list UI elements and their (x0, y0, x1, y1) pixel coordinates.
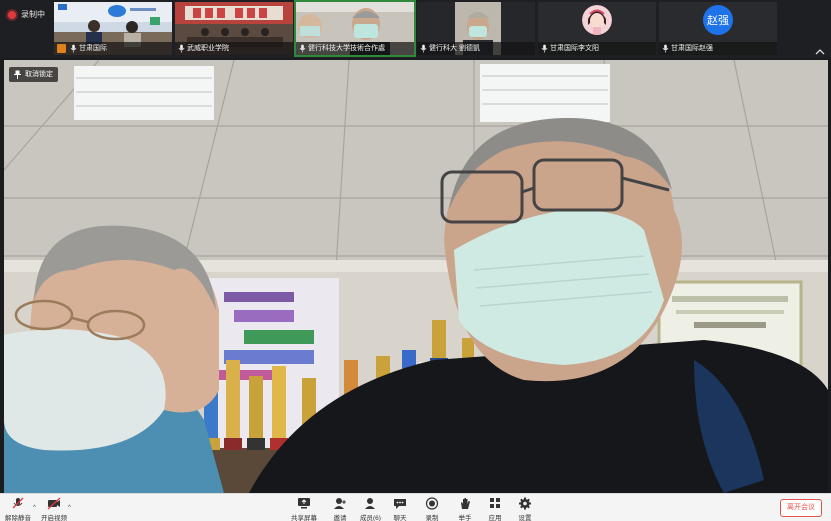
recording-indicator[interactable]: 录制中 (8, 9, 45, 20)
chat-icon (394, 499, 406, 509)
share-screen-label: 共享屏幕 (291, 515, 317, 521)
host-badge-icon (57, 44, 66, 53)
raise-hand-button[interactable]: 举手 (458, 497, 472, 521)
participant-tile-5[interactable]: 甘肃国际李文阳 (538, 2, 656, 55)
participant-namebar: 甘肃国际赵强 (659, 42, 777, 55)
participant-name: 武威职业学院 (187, 45, 229, 52)
invite-label: 邀请 (333, 515, 347, 521)
unmute-button[interactable]: 解除静音 (5, 497, 31, 521)
unpin-label: 取消锁定 (25, 71, 53, 78)
participant-strip: 录制中 甘肃国际 武威职业学院 健行科技大学技術合作處 健行科大 劉德凱 甘肃国… (0, 0, 831, 58)
members-icon (365, 498, 376, 509)
participant-namebar: 甘肃国际李文阳 (538, 42, 656, 55)
start-video-button[interactable]: 开启视频 (41, 497, 67, 521)
participant-name: 健行科大 劉德凱 (429, 45, 480, 52)
chat-label: 聊天 (393, 515, 407, 521)
invite-button[interactable]: 邀请 (333, 497, 347, 521)
participant-namebar: 健行科技大学技術合作處 (296, 42, 414, 55)
speaker-video-frame (4, 60, 828, 493)
participant-tile-6[interactable]: 赵强 甘肃国际赵强 (659, 2, 777, 55)
mic-icon (662, 44, 669, 53)
mic-icon (299, 44, 306, 53)
chat-button[interactable]: 聊天 (393, 497, 407, 521)
participant-name: 甘肃国际赵强 (671, 45, 713, 52)
collapse-strip-icon[interactable] (815, 48, 825, 56)
record-icon (425, 497, 439, 510)
participant-namebar: 甘肃国际 (54, 42, 172, 55)
invite-icon (334, 498, 346, 509)
participant-avatar-6: 赵强 (703, 5, 733, 35)
participant-tile-1[interactable]: 甘肃国际 (54, 2, 172, 55)
hand-icon (461, 498, 470, 509)
mic-icon (420, 44, 427, 53)
participant-name: 甘肃国际 (79, 45, 107, 52)
participant-tile-3[interactable]: 健行科技大学技術合作處 (294, 0, 416, 57)
share-screen-button[interactable]: 共享屏幕 (291, 497, 317, 521)
apps-button[interactable]: 应用 (488, 497, 502, 521)
meeting-window: 录制中 甘肃国际 武威职业学院 健行科技大学技術合作處 健行科大 劉德凱 甘肃国… (0, 0, 831, 521)
participant-namebar: 武威职业学院 (175, 42, 293, 55)
unmute-label: 解除静音 (5, 515, 31, 521)
mic-icon (70, 44, 77, 53)
video-options-caret-icon[interactable]: ^ (68, 505, 71, 511)
raise-hand-label: 举手 (458, 515, 472, 521)
participant-tile-4[interactable]: 健行科大 劉德凱 (417, 2, 535, 55)
record-dot-icon (8, 10, 16, 19)
start-video-label: 开启视频 (41, 515, 67, 521)
leave-meeting-button[interactable]: 离开会议 (780, 499, 822, 517)
record-button[interactable]: 录制 (425, 497, 439, 521)
video-off-icon (47, 497, 61, 510)
participant-avatar-5 (582, 5, 612, 35)
share-screen-icon (298, 498, 310, 509)
mic-icon (541, 44, 548, 53)
settings-label: 设置 (518, 515, 532, 521)
gear-icon (519, 497, 531, 510)
participant-name: 健行科技大学技術合作處 (308, 45, 385, 52)
members-button[interactable]: 成员(6) (360, 497, 381, 521)
mic-muted-icon (12, 497, 24, 509)
mic-icon (178, 44, 185, 53)
participant-namebar: 健行科大 劉德凱 (417, 42, 535, 55)
audio-options-caret-icon[interactable]: ^ (33, 505, 36, 511)
record-label: 录制 (425, 515, 439, 521)
participant-tile-2[interactable]: 武威职业学院 (175, 2, 293, 55)
main-video: 取消锁定 (4, 60, 828, 493)
meeting-toolbar: 解除静音 ^ 开启视频 ^ 共享屏幕 邀请 成员(6) 聊天 录制 举手 应用 … (0, 493, 831, 521)
unpin-button[interactable]: 取消锁定 (9, 67, 58, 82)
pin-icon (14, 70, 21, 79)
apps-label: 应用 (488, 515, 502, 521)
recording-label: 录制中 (21, 10, 45, 19)
members-label: 成员(6) (360, 515, 381, 521)
apps-icon (490, 498, 500, 508)
participant-name: 甘肃国际李文阳 (550, 45, 599, 52)
settings-button[interactable]: 设置 (518, 497, 532, 521)
